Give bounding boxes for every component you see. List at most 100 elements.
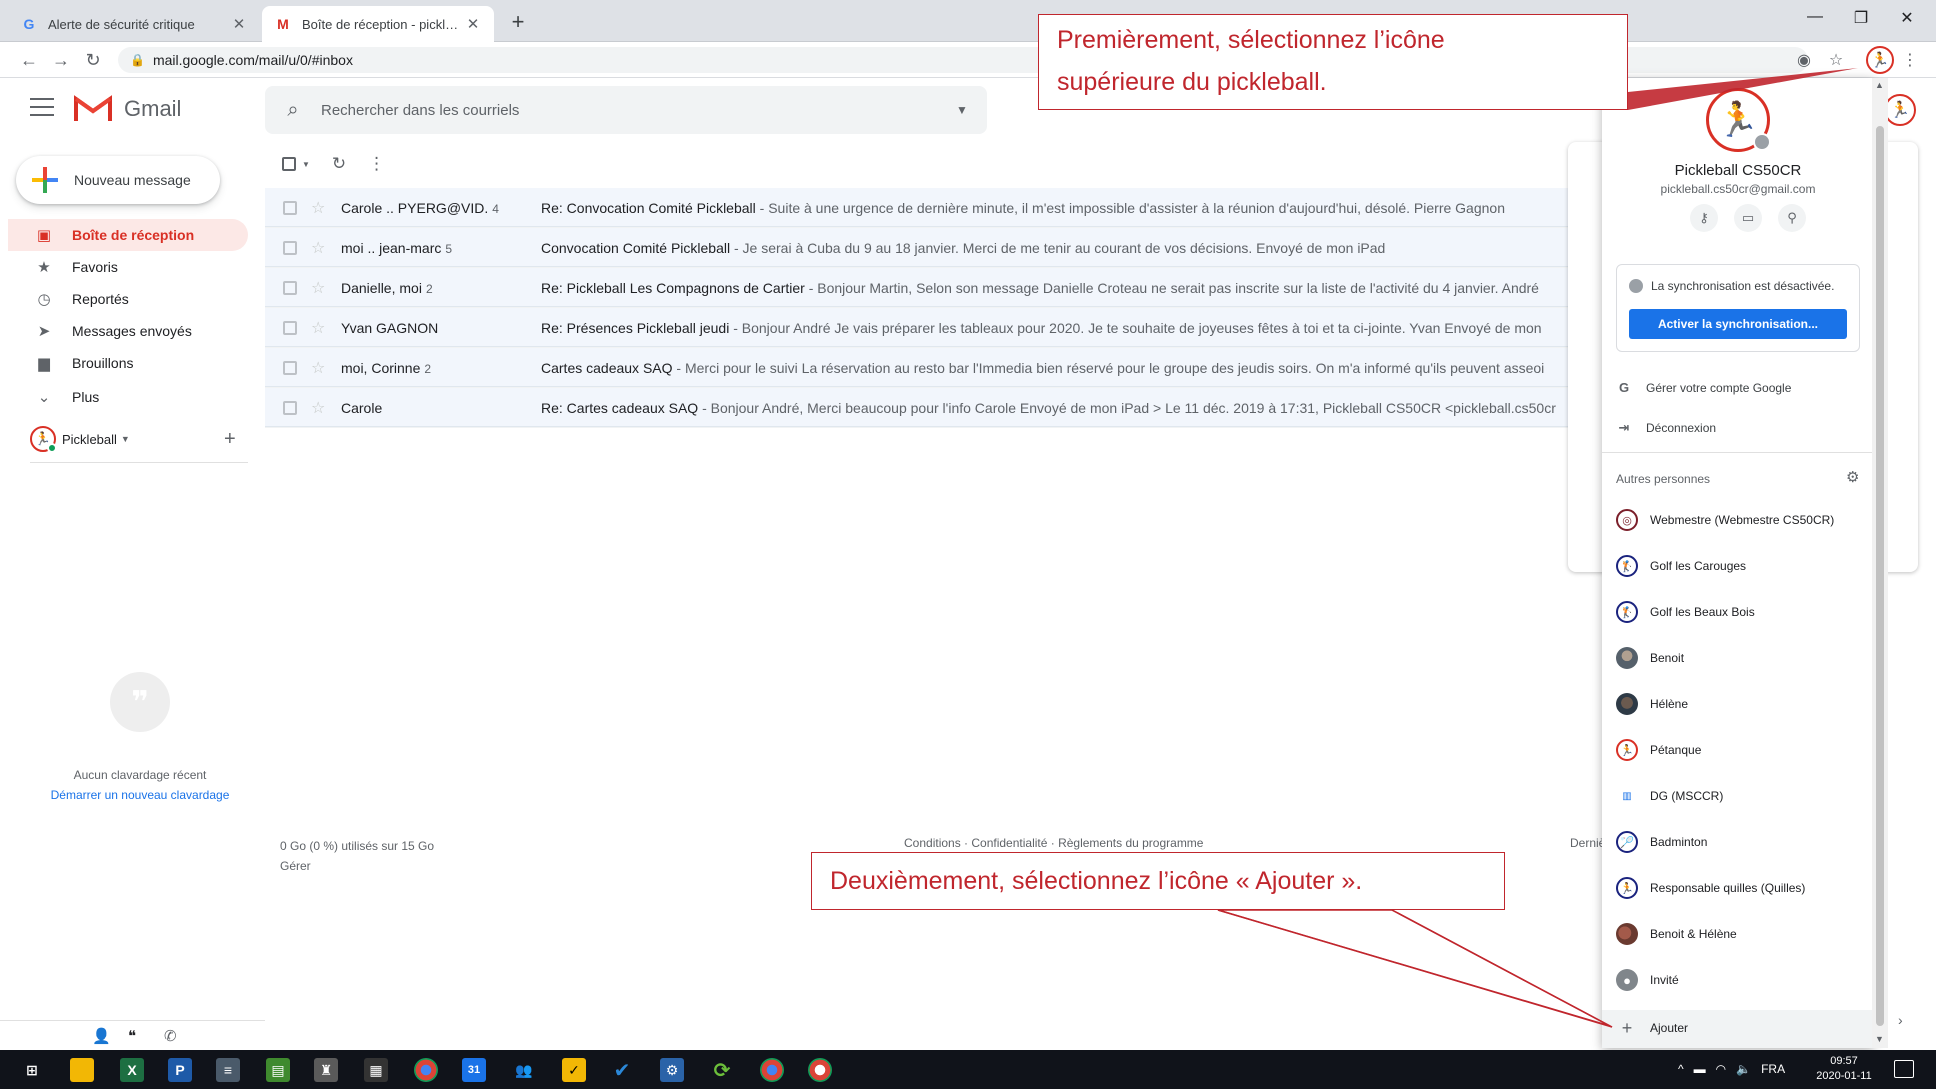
email-row[interactable]: ☆ Danielle, moi 2 Re: Pickleball Les Comp…: [265, 268, 1585, 308]
sidebar-item-inbox[interactable]: ▣ Boîte de réception: [8, 219, 248, 251]
search-bar[interactable]: ⌕ Rechercher dans les courriels ▼: [265, 86, 987, 134]
row-checkbox[interactable]: [283, 280, 297, 295]
email-row[interactable]: ☆ moi .. jean-marc 5 Convocation Comité P…: [265, 228, 1585, 268]
person-benoit-helene[interactable]: Benoit & Hélène: [1616, 918, 1737, 950]
email-row[interactable]: ☆ Carole .. PYERG@VID. 4 Re: Convocation …: [265, 188, 1585, 228]
scroll-down-icon[interactable]: ▼: [1875, 1034, 1884, 1044]
eye-icon[interactable]: ◉: [1792, 50, 1816, 70]
more-options-icon[interactable]: ⋮: [368, 154, 385, 174]
person-golf-carouges[interactable]: 🏌 Golf les Carouges: [1616, 550, 1746, 582]
browser-menu-icon[interactable]: ⋮: [1898, 50, 1922, 70]
person-badminton[interactable]: 🏸 Badminton: [1616, 826, 1707, 858]
sidebar-item-sent[interactable]: ➤ Messages envoyés: [8, 315, 248, 347]
compose-button[interactable]: Nouveau message: [16, 156, 220, 204]
email-row[interactable]: ☆ Carole Re: Cartes cadeaux SAQ - Bonjou…: [265, 388, 1585, 428]
person-golf-beaux-bois[interactable]: 🏌 Golf les Beaux Bois: [1616, 596, 1755, 628]
chrome-pickleball-icon[interactable]: [808, 1058, 832, 1082]
profile-menu-scrollbar[interactable]: ▲ ▼: [1872, 78, 1888, 1048]
tab-security-alert[interactable]: G Alerte de sécurité critique ✕: [8, 6, 260, 42]
volume-icon[interactable]: 🔈: [1736, 1062, 1751, 1076]
start-chat-link[interactable]: Démarrer un nouveau clavardage: [20, 788, 260, 802]
person-webmestre[interactable]: ◎ Webmestre (Webmestre CS50CR): [1616, 504, 1834, 536]
star-icon[interactable]: ☆: [311, 278, 331, 298]
clock[interactable]: 09:57 2020-01-11: [1814, 1054, 1874, 1084]
star-icon[interactable]: ☆: [311, 398, 331, 418]
manage-google-account-link[interactable]: G Gérer votre compte Google: [1616, 380, 1791, 395]
windows-start-icon[interactable]: ⊞: [20, 1058, 44, 1082]
search-options-icon[interactable]: ▼: [937, 103, 987, 117]
scroll-up-icon[interactable]: ▲: [1875, 80, 1884, 90]
row-checkbox[interactable]: [283, 320, 297, 335]
star-icon[interactable]: ☆: [311, 198, 331, 218]
person-icon[interactable]: 👤: [92, 1027, 111, 1045]
logout-link[interactable]: ⇥ Déconnexion: [1616, 420, 1717, 436]
tray-expand-icon[interactable]: ^: [1678, 1062, 1684, 1076]
hangouts-user[interactable]: 🏃 Pickleball ▼: [30, 426, 130, 453]
reload-button[interactable]: ↻: [80, 48, 106, 72]
refresh-icon[interactable]: ↻: [332, 154, 346, 174]
person-guest[interactable]: ● Invité: [1616, 964, 1679, 996]
chrome-profile-icon[interactable]: [760, 1058, 784, 1082]
person-petanque[interactable]: 🏃 Pétanque: [1616, 734, 1701, 766]
key-icon[interactable]: ⚷: [1690, 204, 1718, 232]
star-icon[interactable]: ☆: [311, 358, 331, 378]
norton-icon[interactable]: ✓: [562, 1058, 586, 1082]
phone-icon[interactable]: ✆: [164, 1027, 177, 1045]
spreadsheet-app-icon[interactable]: ≡: [216, 1058, 240, 1082]
chevron-down-icon[interactable]: ▼: [121, 434, 130, 444]
back-button[interactable]: ←: [16, 48, 42, 72]
credit-card-icon[interactable]: ▭: [1734, 204, 1762, 232]
search-icon[interactable]: ⌕: [265, 99, 321, 122]
star-icon[interactable]: ☆: [311, 318, 331, 338]
sidebar-item-drafts[interactable]: ▆ Brouillons: [8, 347, 248, 379]
search-input[interactable]: Rechercher dans les courriels: [321, 102, 937, 119]
email-row[interactable]: ☆ Yvan GAGNON Re: Présences Pickleball j…: [265, 308, 1585, 348]
visual-studio-icon[interactable]: ⚙: [660, 1058, 684, 1082]
calc-app-icon[interactable]: ▤: [266, 1058, 290, 1082]
minimize-button[interactable]: —: [1792, 8, 1838, 26]
bookmark-star-icon[interactable]: ☆: [1824, 50, 1848, 70]
todo-icon[interactable]: ✔: [610, 1058, 634, 1082]
chevron-right-icon[interactable]: ›: [1898, 1012, 1903, 1028]
sidebar-item-snoozed[interactable]: ◷ Reportés: [8, 283, 248, 315]
maximize-button[interactable]: ❐: [1838, 8, 1884, 28]
new-tab-button[interactable]: +: [506, 10, 530, 34]
manage-storage-link[interactable]: Gérer: [280, 856, 434, 876]
email-row[interactable]: ☆ moi, Corinne 2 Cartes cadeaux SAQ - Mer…: [265, 348, 1585, 388]
row-checkbox[interactable]: [283, 360, 297, 375]
people-icon[interactable]: 👥: [512, 1058, 536, 1082]
installer-icon[interactable]: ♜: [314, 1058, 338, 1082]
add-chat-icon[interactable]: +: [224, 428, 236, 451]
chrome-icon[interactable]: [414, 1058, 438, 1082]
star-icon[interactable]: ☆: [311, 238, 331, 258]
hangouts-icon[interactable]: ❝: [128, 1027, 136, 1045]
person-dg-msccr[interactable]: ▥ DG (MSCCR): [1616, 780, 1723, 812]
publisher-icon[interactable]: P: [168, 1058, 192, 1082]
person-benoit[interactable]: Benoit: [1616, 642, 1684, 674]
battery-icon[interactable]: ▬: [1694, 1062, 1706, 1076]
close-icon[interactable]: ✕: [230, 15, 248, 33]
close-icon[interactable]: ✕: [464, 15, 482, 33]
person-quilles[interactable]: 🏃 Responsable quilles (Quilles): [1616, 872, 1805, 904]
chevron-down-icon[interactable]: ▼: [302, 160, 310, 169]
wifi-icon[interactable]: ◠: [1716, 1062, 1726, 1076]
tab-inbox[interactable]: M Boîte de réception - pickleball.cs ✕: [262, 6, 494, 42]
add-person-button[interactable]: + Ajouter: [1616, 1012, 1688, 1044]
calculator-icon[interactable]: ▦: [364, 1058, 388, 1082]
browser-profile-pickleball-icon[interactable]: 🏃: [1866, 46, 1894, 74]
row-checkbox[interactable]: [283, 400, 297, 415]
gear-icon[interactable]: ⚙: [1846, 468, 1859, 486]
select-all-checkbox[interactable]: [282, 157, 296, 171]
row-checkbox[interactable]: [283, 200, 297, 215]
footer-links[interactable]: Conditions · Confidentialité · Règlement…: [904, 836, 1203, 850]
sidebar-item-starred[interactable]: ★ Favoris: [8, 251, 248, 283]
person-helene[interactable]: Hélène: [1616, 688, 1688, 720]
main-menu-icon[interactable]: [30, 98, 54, 118]
window-close-button[interactable]: ✕: [1884, 8, 1930, 28]
location-pin-icon[interactable]: ⚲: [1778, 204, 1806, 232]
sync-app-icon[interactable]: ⟳: [710, 1058, 734, 1082]
notification-center-icon[interactable]: [1894, 1060, 1914, 1078]
sidebar-item-more[interactable]: ⌄ Plus: [8, 381, 248, 413]
file-explorer-icon[interactable]: [70, 1058, 94, 1082]
scrollbar-thumb[interactable]: [1876, 126, 1884, 1026]
